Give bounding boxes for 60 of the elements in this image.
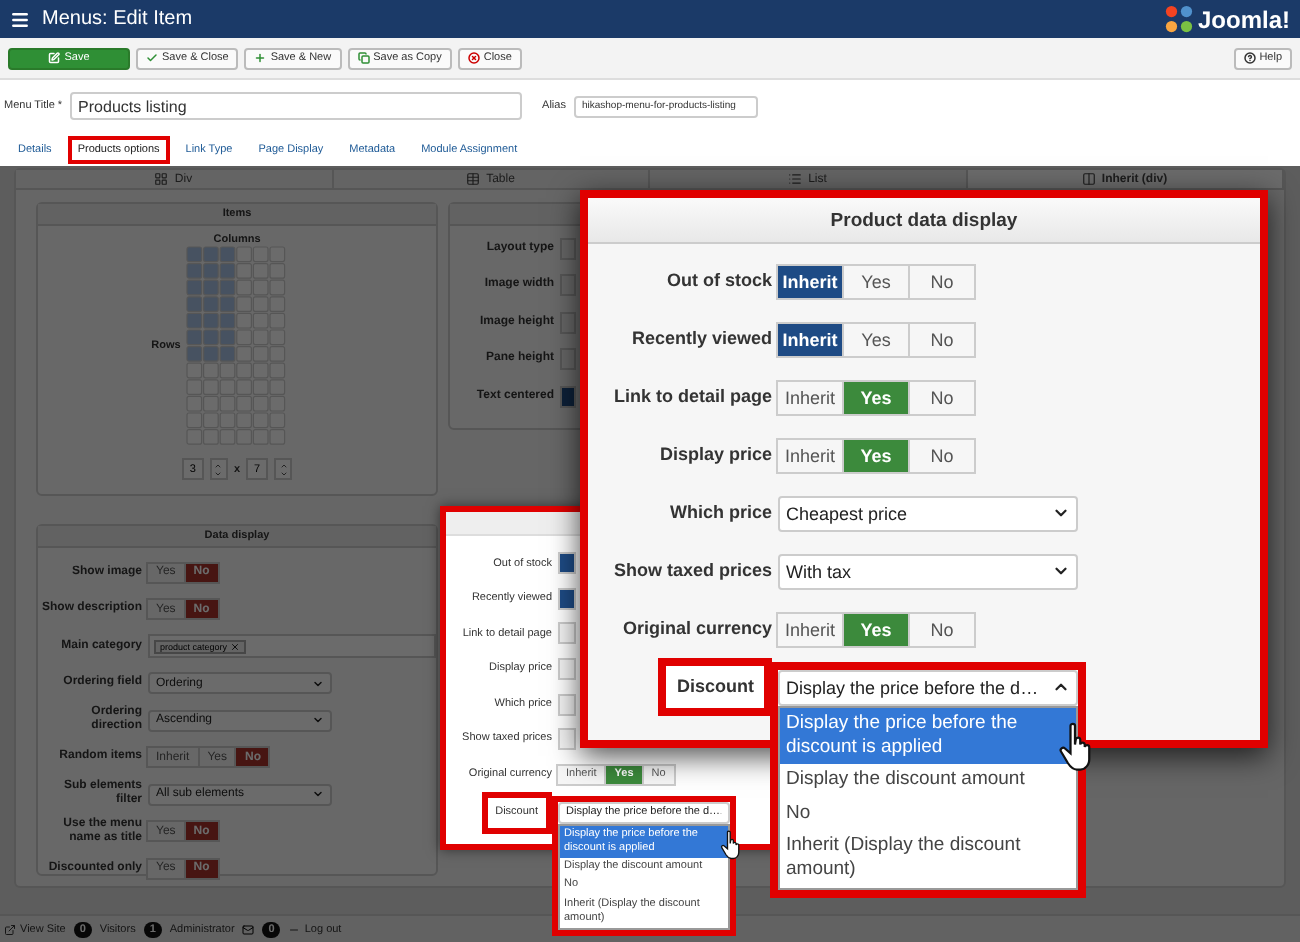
- toggle-option[interactable]: Yes: [842, 437, 910, 473]
- layout-grid-drawing[interactable]: [186, 246, 287, 446]
- toggle-control[interactable]: [560, 237, 576, 260]
- field-label: Which price: [667, 502, 772, 524]
- field-label: Show taxed prices: [611, 560, 772, 582]
- button-icon: [48, 52, 61, 64]
- layout-icon: [1081, 172, 1096, 186]
- button-icon: [254, 52, 267, 64]
- logo-icon: [1163, 4, 1194, 34]
- toggle-option[interactable]: Inherit: [776, 611, 844, 647]
- layout-icon: [154, 172, 169, 186]
- title-input[interactable]: Products listing: [70, 92, 523, 120]
- button-icon: [146, 52, 158, 64]
- spinner-icon[interactable]: [274, 458, 293, 480]
- toggle-control[interactable]: [560, 311, 576, 334]
- toggle-option[interactable]: No: [908, 437, 976, 473]
- select-field[interactable]: Display the price before the d…: [778, 669, 1078, 705]
- field-label: Discount: [658, 658, 772, 716]
- dropdown-option[interactable]: Display the price before the discount is applied: [780, 707, 1076, 765]
- toggle-option[interactable]: Yes: [842, 321, 910, 357]
- help-icon: [1243, 52, 1256, 64]
- field-label: Out of stock: [664, 270, 772, 292]
- field-label: Display price: [657, 444, 772, 466]
- link-icon: [4, 923, 16, 935]
- toggle-control[interactable]: [558, 693, 576, 716]
- toggle-option[interactable]: No: [908, 611, 976, 647]
- toggle-control[interactable]: [560, 385, 576, 408]
- button-icon: [467, 52, 480, 64]
- logo-text: Joomla!: [1197, 5, 1290, 33]
- field-label: Recently viewed: [629, 328, 772, 350]
- toggle-option[interactable]: Inherit: [776, 263, 844, 299]
- button-icon: [357, 52, 370, 64]
- toggle-control[interactable]: [558, 622, 576, 645]
- toggle-control[interactable]: [558, 587, 576, 610]
- menu-icon[interactable]: [10, 9, 30, 29]
- panel-title: Product data display: [588, 198, 1260, 244]
- layout-icon: [466, 172, 481, 186]
- select-field[interactable]: With tax: [778, 553, 1078, 589]
- toggle-control[interactable]: [560, 274, 576, 297]
- toggle-option[interactable]: No: [908, 379, 976, 415]
- toggle-option[interactable]: No: [908, 321, 976, 357]
- toggle-option[interactable]: Inherit: [776, 437, 844, 473]
- toggle-option[interactable]: Yes: [842, 263, 910, 299]
- field-label: Link to detail page: [611, 386, 772, 408]
- window-title: Menus: Edit Item: [42, 8, 193, 30]
- toggle-option[interactable]: Inherit: [776, 379, 844, 415]
- field-label: Original currency: [620, 618, 772, 640]
- toggle-option[interactable]: Inherit: [776, 321, 844, 357]
- toggle-control[interactable]: [558, 552, 576, 575]
- toggle-option[interactable]: Yes: [842, 379, 910, 415]
- layout-icon: [788, 172, 803, 186]
- toggle-option[interactable]: No: [908, 263, 976, 299]
- select-field[interactable]: Cheapest price: [778, 495, 1078, 531]
- minus-icon: [288, 923, 301, 935]
- toggle-control[interactable]: [560, 348, 576, 371]
- mail-icon[interactable]: [242, 923, 255, 935]
- toggle-control[interactable]: [558, 658, 576, 681]
- toggle-option[interactable]: Yes: [842, 611, 910, 647]
- spinner-icon[interactable]: [209, 458, 228, 480]
- toggle-control[interactable]: [558, 728, 576, 751]
